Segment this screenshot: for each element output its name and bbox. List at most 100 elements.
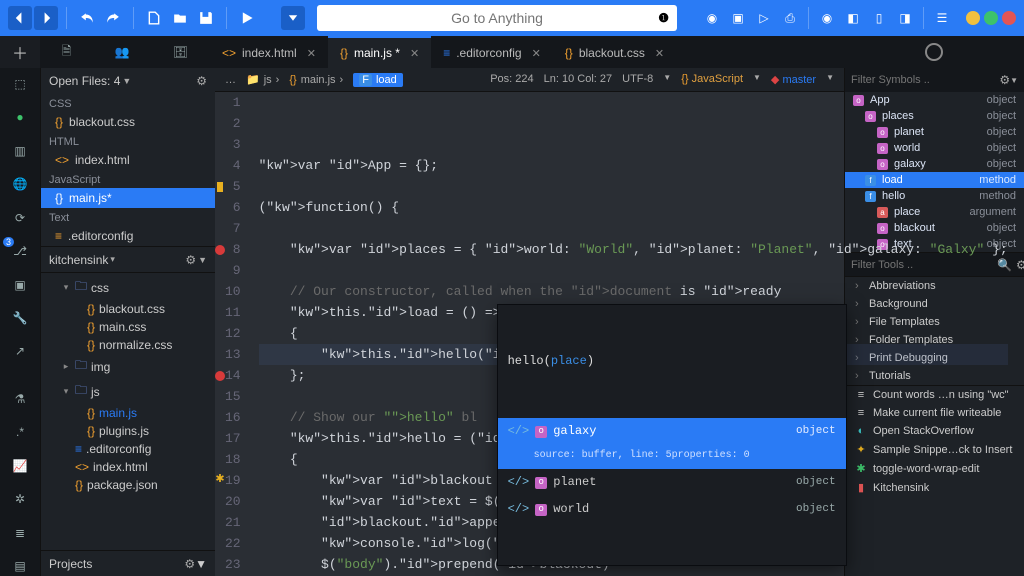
gear-icon[interactable]: ⚙ [196,74,207,88]
gear-icon[interactable]: ⚙ [184,557,195,571]
autocomplete-item[interactable]: </>oworldobject [498,496,846,523]
code-line[interactable]: ("kw">function() { [259,197,1008,218]
open-file-item[interactable]: {}blackout.css [41,112,215,132]
undo-button[interactable] [75,6,99,30]
tree-file[interactable]: <>index.html [49,458,211,476]
eye-icon[interactable]: ◉ [815,6,839,30]
menu-button[interactable]: ☰ [930,6,954,30]
editor-tab[interactable]: <>index.html✕ [210,36,328,68]
status-language[interactable]: {} JavaScript [681,73,743,86]
code-line[interactable] [259,176,1008,197]
twisty-icon[interactable]: ▸ [61,361,71,372]
crumb-file[interactable]: {} main.js › [289,74,343,86]
activity-vcs-icon[interactable]: ⎇ [9,241,31,260]
code-line[interactable]: // Our constructor, called when the "id"… [259,281,1008,302]
tree-file[interactable]: {}plugins.js [49,422,211,440]
status-git-branch[interactable]: ◆ master [771,73,816,86]
new-file-button[interactable] [142,6,166,30]
activity-globe-icon[interactable]: 🌐 [9,174,31,193]
nav-back-button[interactable] [8,6,32,30]
record-macro-icon[interactable]: ◉ [700,6,724,30]
tree-file[interactable]: {}main.css [49,318,211,336]
code-line[interactable]: "kw">var "id">places = { "id">world: "Wo… [259,239,1008,260]
open-file-item[interactable]: ≡.editorconfig [41,226,215,246]
activity-wrench-icon[interactable]: 🔧 [9,308,31,327]
users-icon[interactable]: 👥 [115,45,130,59]
bookmark-icon[interactable] [217,182,223,192]
twisty-icon[interactable]: ▾ [61,282,71,293]
close-icon[interactable]: ✕ [655,47,664,60]
autocomplete-item[interactable]: </>ogalaxyobject [498,418,846,445]
redo-button[interactable] [101,6,125,30]
crumb-symbol[interactable]: F load [353,73,403,87]
goto-input-field[interactable] [317,10,677,26]
tree-folder[interactable]: ▸🗀img [49,354,211,379]
tree-file[interactable]: {}package.json [49,476,211,494]
close-icon[interactable]: ✕ [307,47,316,60]
open-file-item[interactable]: <>index.html [41,150,215,170]
tree-folder[interactable]: ▾🗀css [49,275,211,300]
window-maximize-button[interactable] [984,11,998,25]
status-encoding[interactable]: UTF-8 [622,73,653,86]
open-folder-button[interactable] [168,6,192,30]
tree-file[interactable]: {}normalize.css [49,336,211,354]
activity-chart-icon[interactable]: 📈 [9,456,31,475]
layout-center-icon[interactable]: ▯ [867,6,891,30]
activity-green-dot-icon[interactable]: ● [9,107,31,126]
autocomplete-popup[interactable]: hello(place) </>ogalaxyobjectsource: buf… [497,304,847,566]
activity-snowflake-icon[interactable]: ✲ [9,490,31,509]
window-minimize-button[interactable] [966,11,980,25]
close-icon[interactable]: ✕ [532,47,541,60]
play-macro-icon[interactable]: ▷ [752,6,776,30]
tree-folder[interactable]: ▾🗀js [49,379,211,404]
activity-notebook-icon[interactable]: ▣ [9,275,31,294]
dropdown-button[interactable] [281,6,305,30]
autocomplete-item[interactable]: </>oplanetobject [498,469,846,496]
editor-tab[interactable]: ≡.editorconfig✕ [431,36,553,68]
tree-file[interactable]: ≡.editorconfig [49,440,211,458]
close-icon[interactable]: ✕ [410,47,419,60]
save-button[interactable] [194,6,218,30]
editor-tab[interactable]: {}main.js *✕ [328,36,431,68]
breakpoint-icon[interactable] [215,371,225,381]
activity-refresh-icon[interactable]: ⟳ [9,208,31,227]
activity-terminal-icon[interactable]: ▤ [9,557,31,576]
activity-flask-icon[interactable]: ⚗ [9,389,31,408]
code-line[interactable] [259,260,1008,281]
code-line[interactable] [259,218,1008,239]
database-icon[interactable]: 🗄 [173,45,188,59]
layout-right-icon[interactable]: ◨ [893,6,917,30]
history-back-icon[interactable]: … [225,74,236,86]
symbols-filter-input[interactable] [851,74,995,86]
crumb-folder[interactable]: 📁 js › [246,73,279,86]
minimap-toggle-icon[interactable] [925,43,943,61]
gear-icon[interactable]: ⚙ [185,253,196,267]
activity-box-icon[interactable]: ▥ [9,141,31,160]
star-icon[interactable]: ✱ [215,470,224,491]
run-button[interactable] [235,6,259,30]
window-close-button[interactable] [1002,11,1016,25]
breakpoint-icon[interactable] [215,245,225,255]
editor-tab[interactable]: {}blackout.css✕ [553,36,676,68]
file-icon[interactable]: 🗎 [62,42,72,63]
activity-regex-icon[interactable]: .* [9,423,31,442]
code-area[interactable]: ✱ 12345678910111213141516171819202122232… [215,92,844,576]
twisty-icon[interactable]: ▾ [61,386,71,397]
gear-icon[interactable]: ⚙ [1016,258,1024,272]
projects-header[interactable]: Projects ⚙▼ [41,550,215,576]
activity-share-icon[interactable]: ↗ [9,342,31,361]
gear-icon[interactable]: ⚙ [999,73,1010,87]
tree-file[interactable]: {}blackout.css [49,300,211,318]
open-file-item[interactable]: {}main.js* [41,188,215,208]
open-files-header[interactable]: Open Files: 4 ▼⚙ [41,68,215,94]
project-header[interactable]: kitchensink ▾⚙▼ [41,246,215,272]
activity-explorer-icon[interactable]: ⬚ [9,74,31,93]
new-tab-button[interactable]: ＋ [0,36,40,68]
tree-file[interactable]: {}main.js [49,404,211,422]
save-macro-icon[interactable]: ⎙ [778,6,802,30]
layout-left-icon[interactable]: ◧ [841,6,865,30]
stop-macro-icon[interactable]: ▣ [726,6,750,30]
code-line[interactable]: "kw">var "id">App = {}; [259,155,1008,176]
goto-anything-input[interactable]: ❶ [317,5,677,31]
nav-forward-button[interactable] [34,6,58,30]
